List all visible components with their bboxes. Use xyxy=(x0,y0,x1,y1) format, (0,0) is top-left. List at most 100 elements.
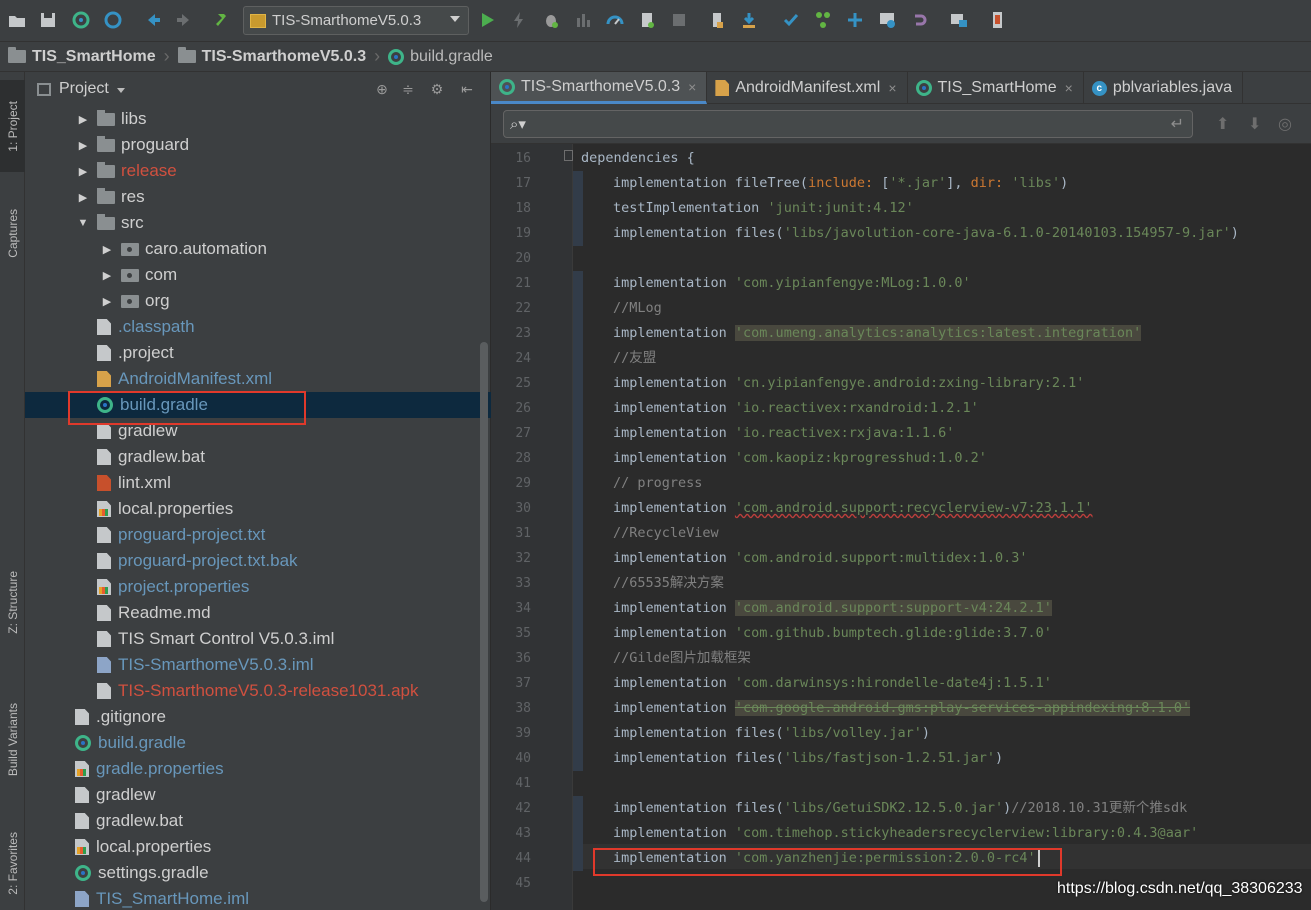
run-icon[interactable] xyxy=(476,9,498,31)
tree-item[interactable]: gradlew.bat xyxy=(25,444,491,470)
code-editor[interactable]: dependencies {implementation fileTree(in… xyxy=(573,144,1311,910)
collapse-all-icon[interactable]: ≑ xyxy=(400,81,416,97)
open-icon[interactable] xyxy=(6,9,28,31)
breadcrumb-item-module[interactable]: TIS-SmarthomeV5.0.3 xyxy=(177,47,366,66)
editor-tab[interactable]: TIS_SmartHome × xyxy=(908,72,1084,104)
hide-panel-icon[interactable]: ⇤ xyxy=(459,81,475,97)
tree-item[interactable]: ▶ res xyxy=(25,184,491,210)
code-token: implementation xyxy=(613,275,735,291)
editor-tab[interactable]: AndroidManifest.xml × xyxy=(707,72,908,104)
breadcrumb: TIS_SmartHome › TIS-SmarthomeV5.0.3 › bu… xyxy=(0,42,1311,72)
tree-item[interactable]: ▶ caro.automation xyxy=(25,236,491,262)
chevron-right-icon[interactable]: ▶ xyxy=(75,111,91,127)
chevron-right-icon[interactable]: ▶ xyxy=(75,163,91,179)
vcs-history-icon[interactable] xyxy=(876,9,898,31)
search-icon[interactable]: ⌕▾ xyxy=(510,115,526,133)
attach-debugger-icon[interactable] xyxy=(604,9,626,31)
gear-icon[interactable]: ⚙ xyxy=(429,81,445,97)
chevron-right-icon[interactable]: ▶ xyxy=(99,293,115,309)
debug-icon[interactable] xyxy=(540,9,562,31)
chevron-right-icon[interactable]: ▶ xyxy=(75,137,91,153)
chevron-down-icon[interactable] xyxy=(116,87,125,93)
editor-tab[interactable]: c pblvariables.java xyxy=(1084,72,1244,104)
save-icon[interactable] xyxy=(37,9,59,31)
tree-item[interactable]: TIS_SmartHome.iml xyxy=(25,886,491,910)
fold-marker-icon[interactable] xyxy=(564,150,573,161)
device-file-icon[interactable] xyxy=(986,9,1008,31)
project-view-select[interactable]: Project xyxy=(59,80,109,98)
sync-icon[interactable] xyxy=(70,9,92,31)
tree-item[interactable]: settings.gradle xyxy=(25,860,491,886)
revert-icon[interactable] xyxy=(908,9,930,31)
breadcrumb-item-root[interactable]: TIS_SmartHome xyxy=(8,47,156,66)
tool-tab-build-variants[interactable]: Build Variants xyxy=(0,682,25,798)
code-token: implementation xyxy=(613,375,735,391)
stop-icon[interactable] xyxy=(668,9,690,31)
tree-item[interactable]: build.gradle xyxy=(25,730,491,756)
chevron-right-icon[interactable]: ▶ xyxy=(75,189,91,205)
tree-item[interactable]: AndroidManifest.xml xyxy=(25,366,491,392)
search-input[interactable]: ⌕▾ ↵ xyxy=(503,110,1193,138)
tree-item[interactable]: ▶ proguard xyxy=(25,132,491,158)
tree-item[interactable]: gradlew xyxy=(25,782,491,808)
tree-item[interactable]: ▶ release xyxy=(25,158,491,184)
tree-item[interactable]: local.properties xyxy=(25,496,491,522)
vcs-commit-icon[interactable] xyxy=(812,9,834,31)
tree-item[interactable]: TIS-SmarthomeV5.0.3.iml xyxy=(25,652,491,678)
project-structure-icon[interactable] xyxy=(948,9,970,31)
indent-guide xyxy=(573,496,583,521)
sync-project-icon[interactable] xyxy=(102,9,124,31)
locate-icon[interactable]: ⊕ xyxy=(374,81,390,97)
tree-item[interactable]: ▶ com xyxy=(25,262,491,288)
profile-icon[interactable] xyxy=(572,9,594,31)
tree-item[interactable]: ▶ org xyxy=(25,288,491,314)
code-token: implementation xyxy=(613,625,735,641)
tree-item[interactable]: Readme.md xyxy=(25,600,491,626)
tool-tab-favorites[interactable]: 2: Favorites xyxy=(0,816,25,910)
tree-item[interactable]: ▶ libs xyxy=(25,106,491,132)
breadcrumb-item-file[interactable]: build.gradle xyxy=(388,48,493,66)
previous-occurrence-icon[interactable]: ⬆ xyxy=(1216,114,1229,133)
tree-item[interactable]: proguard-project.txt.bak xyxy=(25,548,491,574)
chevron-right-icon[interactable]: ▶ xyxy=(99,267,115,283)
apply-changes-icon[interactable] xyxy=(508,9,530,31)
avd-manager-icon[interactable] xyxy=(706,9,728,31)
tree-item-label: TIS-SmarthomeV5.0.3.iml xyxy=(118,655,314,674)
tree-item[interactable]: .gitignore xyxy=(25,704,491,730)
apk-icon[interactable] xyxy=(636,9,658,31)
code-token: ) xyxy=(921,725,930,741)
hammer-icon[interactable] xyxy=(213,9,235,31)
tree-item[interactable]: TIS Smart Control V5.0.3.iml xyxy=(25,626,491,652)
forward-icon[interactable] xyxy=(173,9,195,31)
tree-item[interactable]: ▼ src xyxy=(25,210,491,236)
close-icon[interactable]: × xyxy=(888,80,896,96)
file-icon xyxy=(97,449,111,465)
vcs-push-icon[interactable] xyxy=(844,9,866,31)
tree-item[interactable]: TIS-SmarthomeV5.0.3-release1031.apk xyxy=(25,678,491,704)
indent-guide xyxy=(573,671,583,696)
project-tree-scrollbar[interactable] xyxy=(480,342,488,902)
close-icon[interactable]: × xyxy=(688,79,696,95)
tree-item[interactable]: project.properties xyxy=(25,574,491,600)
tool-tab-captures[interactable]: Captures xyxy=(0,190,25,276)
tree-item[interactable]: proguard-project.txt xyxy=(25,522,491,548)
sdk-manager-icon[interactable] xyxy=(738,9,760,31)
chevron-right-icon[interactable]: ▶ xyxy=(99,241,115,257)
vcs-update-icon[interactable] xyxy=(780,9,802,31)
back-icon[interactable] xyxy=(142,9,164,31)
tool-tab-project[interactable]: 1: Project xyxy=(0,80,25,172)
editor-tab[interactable]: TIS-SmarthomeV5.0.3 × xyxy=(491,72,708,104)
tool-tab-structure[interactable]: Z: Structure xyxy=(0,552,25,652)
tree-item[interactable]: .project xyxy=(25,340,491,366)
tree-item[interactable]: lint.xml xyxy=(25,470,491,496)
tree-item[interactable]: local.properties xyxy=(25,834,491,860)
run-configuration-select[interactable]: TIS-SmarthomeV5.0.3 xyxy=(243,6,469,35)
chevron-down-icon[interactable]: ▼ xyxy=(75,215,91,231)
tree-item[interactable]: gradle.properties xyxy=(25,756,491,782)
next-occurrence-icon[interactable]: ⬇ xyxy=(1248,114,1261,133)
find-all-icon[interactable]: ◎ xyxy=(1278,114,1292,133)
tree-item[interactable]: gradlew.bat xyxy=(25,808,491,834)
tree-item-label: local.properties xyxy=(118,499,234,518)
close-icon[interactable]: × xyxy=(1065,80,1073,96)
tree-item[interactable]: .classpath xyxy=(25,314,491,340)
